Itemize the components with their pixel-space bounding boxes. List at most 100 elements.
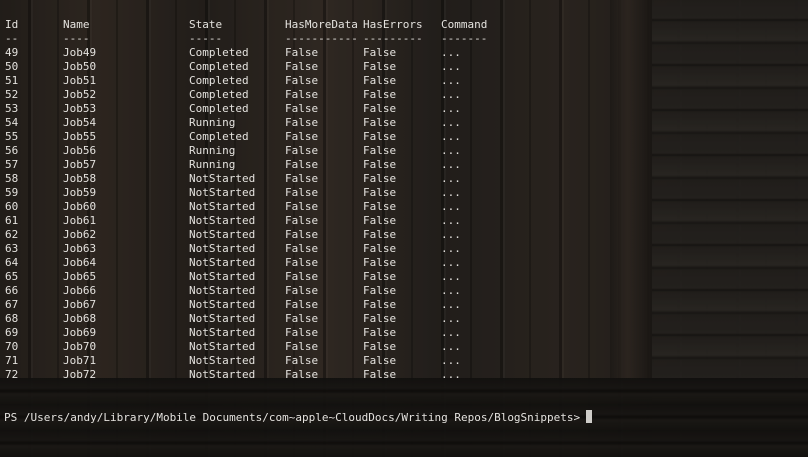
cell-command: ... xyxy=(441,312,461,325)
cell-state: Completed xyxy=(189,102,249,115)
cell-id: 50 xyxy=(5,60,19,73)
cell-haserrors: False xyxy=(363,158,397,171)
command-prompt[interactable]: PS /Users/andy/Library/Mobile Documents/… xyxy=(4,410,593,424)
cell-name: Job55 xyxy=(63,130,97,143)
cell-haserrors: False xyxy=(363,102,397,115)
table-row: 53 Job53 Completed False False... xyxy=(0,102,521,116)
job-table: Id Name State HasMoreData HasErrors Comm… xyxy=(0,18,521,382)
cell-name: Job72 xyxy=(63,368,97,381)
cell-state: Running xyxy=(189,116,236,129)
cell-state: NotStarted xyxy=(189,186,256,199)
cell-haserrors: False xyxy=(363,60,397,73)
cell-command: ... xyxy=(441,186,461,199)
table-row: 50 Job50 Completed False False... xyxy=(0,60,521,74)
table-row: 49 Job49 Completed False False... xyxy=(0,46,521,60)
cell-hasmoredata: False xyxy=(285,326,319,339)
separator-name: ---- xyxy=(63,32,90,45)
terminal-window[interactable]: Id Name State HasMoreData HasErrors Comm… xyxy=(0,0,808,457)
cell-state: NotStarted xyxy=(189,284,256,297)
cell-command: ... xyxy=(441,60,461,73)
cell-id: 70 xyxy=(5,340,19,353)
cell-haserrors: False xyxy=(363,312,397,325)
cell-hasmoredata: False xyxy=(285,340,319,353)
cell-hasmoredata: False xyxy=(285,186,319,199)
cell-name: Job50 xyxy=(63,60,97,73)
cell-id: 52 xyxy=(5,88,19,101)
cell-command: ... xyxy=(441,298,461,311)
table-row: 70 Job70 NotStarted False False... xyxy=(0,340,521,354)
cell-state: Running xyxy=(189,158,236,171)
header-command: Command xyxy=(441,18,488,31)
cell-name: Job69 xyxy=(63,326,97,339)
cell-state: NotStarted xyxy=(189,326,256,339)
cell-command: ... xyxy=(441,242,461,255)
cell-haserrors: False xyxy=(363,256,397,269)
cell-command: ... xyxy=(441,88,461,101)
cell-state: Completed xyxy=(189,60,249,73)
cell-haserrors: False xyxy=(363,270,397,283)
cell-haserrors: False xyxy=(363,368,397,381)
cell-id: 68 xyxy=(5,312,19,325)
cell-haserrors: False xyxy=(363,228,397,241)
header-state: State xyxy=(189,18,223,31)
cell-command: ... xyxy=(441,116,461,129)
cell-command: ... xyxy=(441,214,461,227)
table-row: 66 Job66 NotStarted False False... xyxy=(0,284,521,298)
header-hasmoredata: HasMoreData xyxy=(285,18,358,31)
cell-hasmoredata: False xyxy=(285,200,319,213)
separator-state: ----- xyxy=(189,32,223,45)
table-body: 49 Job49 Completed False False... 50 Job50 Comp… xyxy=(0,46,521,382)
cell-hasmoredata: False xyxy=(285,46,319,59)
cell-id: 66 xyxy=(5,284,19,297)
cell-name: Job63 xyxy=(63,242,97,255)
cell-name: Job59 xyxy=(63,186,97,199)
cell-id: 64 xyxy=(5,256,19,269)
table-row: 59 Job59 NotStarted False False... xyxy=(0,186,521,200)
cell-name: Job53 xyxy=(63,102,97,115)
cell-hasmoredata: False xyxy=(285,298,319,311)
separator-command: ------- xyxy=(441,32,488,45)
cell-haserrors: False xyxy=(363,284,397,297)
table-row: 56 Job56 Running False False... xyxy=(0,144,521,158)
cell-id: 65 xyxy=(5,270,19,283)
cell-state: Completed xyxy=(189,46,249,59)
cell-haserrors: False xyxy=(363,74,397,87)
cell-id: 71 xyxy=(5,354,19,367)
cell-command: ... xyxy=(441,228,461,241)
cell-command: ... xyxy=(441,158,461,171)
table-row: 57 Job57 Running False False... xyxy=(0,158,521,172)
cell-name: Job54 xyxy=(63,116,97,129)
separator-haserrors: --------- xyxy=(363,32,423,45)
cell-haserrors: False xyxy=(363,200,397,213)
table-row: 54 Job54 Running False False... xyxy=(0,116,521,130)
cell-command: ... xyxy=(441,130,461,143)
cell-hasmoredata: False xyxy=(285,144,319,157)
cell-hasmoredata: False xyxy=(285,242,319,255)
cell-state: NotStarted xyxy=(189,242,256,255)
cell-command: ... xyxy=(441,102,461,115)
cell-hasmoredata: False xyxy=(285,270,319,283)
cell-haserrors: False xyxy=(363,46,397,59)
cell-hasmoredata: False xyxy=(285,158,319,171)
table-separator-row: -- ---- ----- ----------- --------- ----… xyxy=(0,32,521,46)
table-row: 63 Job63 NotStarted False False... xyxy=(0,242,521,256)
cell-hasmoredata: False xyxy=(285,354,319,367)
header-haserrors: HasErrors xyxy=(363,18,423,31)
cell-id: 58 xyxy=(5,172,19,185)
cell-haserrors: False xyxy=(363,242,397,255)
cell-id: 63 xyxy=(5,242,19,255)
cell-id: 53 xyxy=(5,102,19,115)
table-header-row: Id Name State HasMoreData HasErrors Comm… xyxy=(0,18,521,32)
cell-haserrors: False xyxy=(363,144,397,157)
cell-haserrors: False xyxy=(363,88,397,101)
cell-id: 61 xyxy=(5,214,19,227)
cell-command: ... xyxy=(441,256,461,269)
cell-haserrors: False xyxy=(363,326,397,339)
cell-haserrors: False xyxy=(363,186,397,199)
cell-id: 55 xyxy=(5,130,19,143)
cell-name: Job68 xyxy=(63,312,97,325)
cell-hasmoredata: False xyxy=(285,102,319,115)
header-name: Name xyxy=(63,18,90,31)
cell-name: Job60 xyxy=(63,200,97,213)
cell-state: NotStarted xyxy=(189,214,256,227)
